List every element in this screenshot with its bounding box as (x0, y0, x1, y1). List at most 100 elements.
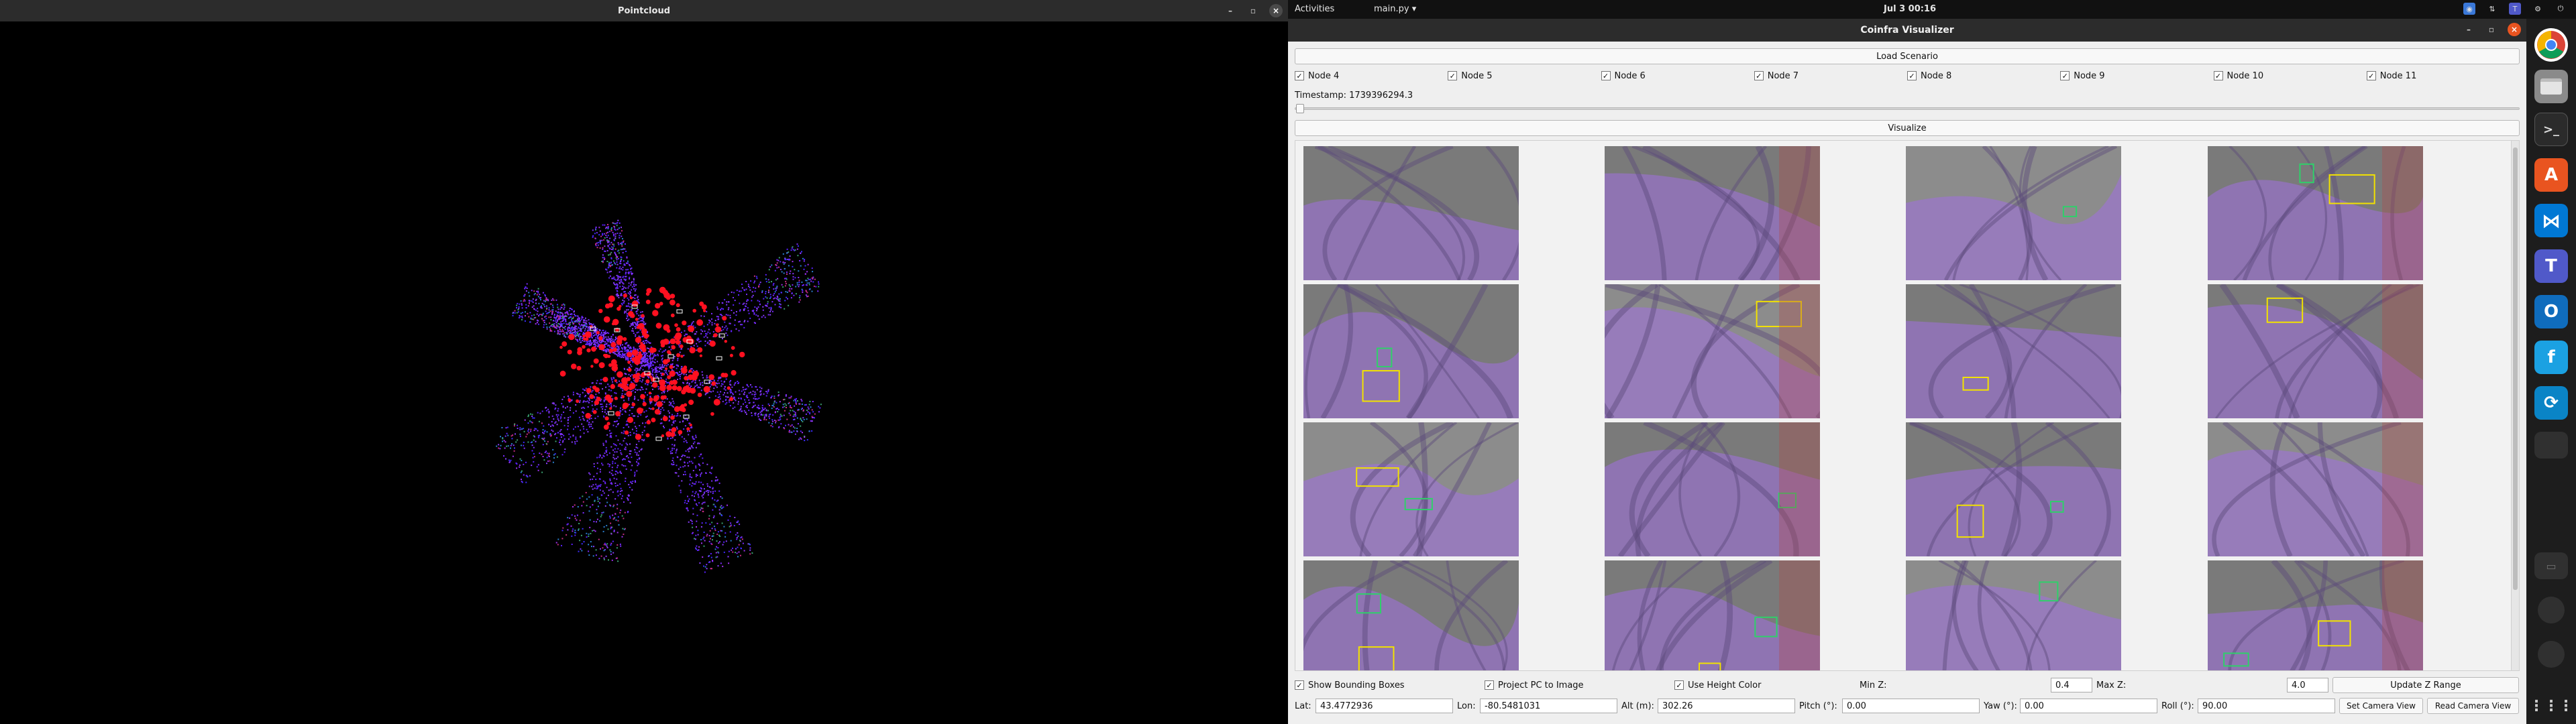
disc-icon[interactable] (2538, 641, 2565, 668)
node-4-checkbox[interactable]: ✓ Node 4 (1295, 68, 1448, 83)
close-button[interactable]: × (1269, 4, 1283, 17)
minimize-button[interactable]: – (1224, 4, 1237, 17)
set-camera-view-button[interactable]: Set Camera View (2339, 698, 2423, 714)
files-icon[interactable] (2534, 70, 2568, 103)
app-titlebar[interactable]: Coinfra Visualizer – ▫ × (1288, 19, 2526, 42)
pointcloud-canvas[interactable] (0, 21, 1288, 724)
checkbox-icon[interactable]: ✓ (1485, 680, 1494, 690)
alt-label: Alt (m): (1621, 701, 1654, 711)
checkbox-icon[interactable]: ✓ (1448, 71, 1458, 80)
node-5-checkbox[interactable]: ✓ Node 5 (1448, 68, 1601, 83)
node-8-checkbox[interactable]: ✓ Node 8 (1907, 68, 2060, 83)
camera-image (1605, 146, 1820, 280)
node-11-checkbox[interactable]: ✓ Node 11 (2366, 68, 2520, 83)
checkbox-icon[interactable]: ✓ (1601, 71, 1611, 80)
app-menu[interactable]: main.py ▾ (1374, 4, 1416, 14)
lat-field[interactable]: 43.4772936 (1316, 699, 1453, 713)
drive-icon[interactable] (2534, 432, 2568, 459)
camera-grid-scroll-area[interactable] (1295, 140, 2520, 671)
accessibility-icon[interactable]: ⚙ (2532, 3, 2544, 15)
clock[interactable]: Jul 3 00:16 (1884, 4, 1936, 14)
yaw-field[interactable]: 0.00 (2020, 699, 2157, 713)
slider-handle[interactable] (1296, 104, 1304, 113)
visualize-button[interactable]: Visualize (1295, 120, 2520, 136)
load-scenario-button[interactable]: Load Scenario (1295, 48, 2520, 64)
lat-label: Lat: (1295, 701, 1311, 711)
pointcloud-window: Pointcloud – ▫ × (0, 0, 1288, 724)
checkbox-icon[interactable]: ✓ (1295, 680, 1304, 690)
close-button[interactable]: × (2508, 23, 2521, 36)
chrome-icon[interactable] (2534, 28, 2568, 62)
camera-image (1906, 560, 2121, 670)
node-6-checkbox[interactable]: ✓ Node 6 (1601, 68, 1754, 83)
show-bounding-boxes-checkbox[interactable]: ✓ Show Bounding Boxes (1295, 680, 1485, 690)
chrome-tray-icon[interactable]: ◉ (2463, 3, 2475, 15)
maximize-button[interactable]: ▫ (1246, 4, 1260, 17)
project-pc-checkbox[interactable]: ✓ Project PC to Image (1485, 680, 1674, 690)
camera-image (1605, 284, 1820, 418)
pointcloud-titlebar[interactable]: Pointcloud – ▫ × (0, 0, 1288, 21)
scrollbar-thumb[interactable] (2513, 147, 2518, 590)
ubuntu-dock: >_ A ⋈ T O f ⟳ ▭ ⋮⋮⋮ (2526, 19, 2576, 724)
node-label: Node 11 (2379, 70, 2417, 81)
camera-image (1906, 284, 2121, 418)
maximize-button[interactable]: ▫ (2485, 23, 2498, 36)
timestamp-label: Timestamp: 1739396294.3 (1295, 90, 1413, 101)
checkbox-icon[interactable]: ✓ (2213, 71, 2223, 80)
camera-image (2208, 560, 2423, 670)
sync-icon[interactable]: ⟳ (2534, 386, 2568, 420)
checkbox-icon[interactable]: ✓ (1674, 680, 1684, 690)
lon-field[interactable]: -80.5481031 (1480, 699, 1617, 713)
checkbox-icon[interactable]: ✓ (2060, 71, 2070, 80)
camera-image (1303, 560, 1519, 670)
disc-icon[interactable] (2538, 597, 2565, 623)
network-icon[interactable]: ⇅ (2486, 3, 2498, 15)
show-apps-icon[interactable]: ⋮⋮⋮ (2529, 689, 2573, 723)
node-checkbox-row: ✓ Node 4 ✓ Node 5 ✓ Node 6 ✓ Node 7 ✓ Node 8 … (1295, 68, 2520, 83)
outlook-icon[interactable]: O (2534, 295, 2568, 328)
node-7-checkbox[interactable]: ✓ Node 7 (1754, 68, 1907, 83)
min-z-field[interactable]: 0.4 (2051, 678, 2092, 692)
minimize-button[interactable]: – (2462, 23, 2475, 36)
options-row: ✓ Show Bounding Boxes ✓ Project PC to Imag… (1295, 676, 2520, 694)
feedback-icon[interactable]: f (2534, 341, 2568, 374)
camera-image (2208, 284, 2423, 418)
teams-tray-icon[interactable]: T (2509, 3, 2521, 15)
use-height-color-checkbox[interactable]: ✓ Use Height Color (1674, 680, 1860, 690)
checkbox-icon[interactable]: ✓ (1754, 71, 1764, 80)
timestamp-slider[interactable] (1295, 104, 2520, 113)
power-icon[interactable]: ⏻ (2555, 3, 2567, 15)
vertical-scrollbar[interactable] (2511, 141, 2519, 670)
camera-image (1906, 422, 2121, 556)
checkbox-icon[interactable]: ✓ (2366, 71, 2376, 80)
node-10-checkbox[interactable]: ✓ Node 10 (2213, 68, 2367, 83)
app-title: Coinfra Visualizer (1860, 25, 1954, 36)
checkbox-icon[interactable]: ✓ (1295, 71, 1304, 80)
alt-field[interactable]: 302.26 (1658, 699, 1795, 713)
usb-drive-icon[interactable]: ▭ (2534, 552, 2568, 579)
node-9-checkbox[interactable]: ✓ Node 9 (2060, 68, 2213, 83)
max-z-field[interactable]: 4.0 (2287, 678, 2328, 692)
read-camera-view-button[interactable]: Read Camera View (2427, 698, 2519, 714)
vscode-icon[interactable]: ⋈ (2534, 204, 2568, 237)
pitch-field[interactable]: 0.00 (1842, 699, 1980, 713)
slider-track[interactable] (1295, 107, 2520, 110)
roll-label: Roll (°): (2161, 701, 2194, 711)
update-z-range-button[interactable]: Update Z Range (2332, 677, 2519, 693)
activities-button[interactable]: Activities (1295, 4, 1334, 14)
terminal-icon[interactable]: >_ (2534, 113, 2568, 146)
camera-image (2208, 422, 2423, 556)
system-tray[interactable]: ◉ ⇅ T ⚙ ⏻ (2463, 3, 2567, 15)
node-label: Node 4 (1308, 70, 1340, 81)
camera-image (1303, 284, 1519, 418)
yaw-label: Yaw (°): (1984, 701, 2017, 711)
camera-image (1605, 560, 1820, 670)
roll-field[interactable]: 90.00 (2198, 699, 2335, 713)
use-height-color-label: Use Height Color (1688, 680, 1762, 690)
project-pc-label: Project PC to Image (1498, 680, 1584, 690)
lon-label: Lon: (1457, 701, 1476, 711)
software-icon[interactable]: A (2534, 158, 2568, 192)
teams-icon[interactable]: T (2534, 249, 2568, 283)
max-z-label: Max Z: (2096, 680, 2127, 690)
checkbox-icon[interactable]: ✓ (1907, 71, 1917, 80)
